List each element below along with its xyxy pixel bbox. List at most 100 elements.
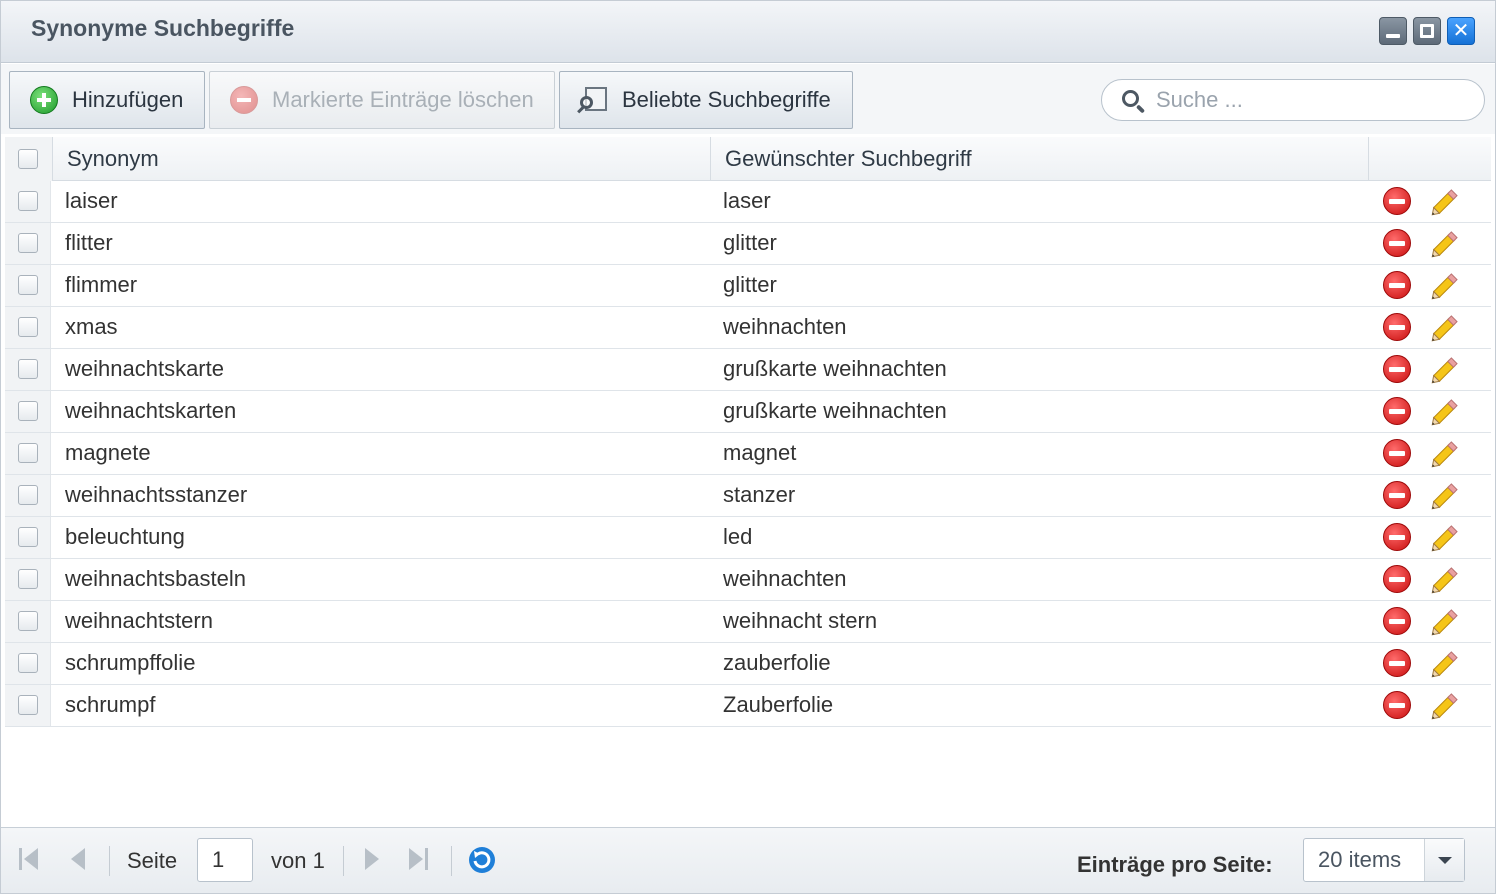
cell-synonym: schrumpf — [65, 692, 156, 717]
entries-per-page-label: Einträge pro Seite: — [1077, 852, 1273, 877]
delete-marked-button[interactable]: Markierte Einträge löschen — [209, 71, 555, 129]
window-title: Synonyme Suchbegriffe — [31, 15, 295, 41]
synonym-window: Synonyme Suchbegriffe ✕ Hinzufügen Marki… — [0, 0, 1496, 894]
table-row[interactable]: weihnachtskarte grußkarte weihnachten — [5, 349, 1491, 391]
search-box — [1101, 79, 1485, 121]
add-button-label: Hinzufügen — [72, 87, 184, 112]
table-row[interactable]: flimmer glitter — [5, 265, 1491, 307]
row-select-cell — [5, 517, 51, 558]
next-page-button[interactable] — [365, 848, 379, 870]
row-checkbox[interactable] — [18, 611, 38, 631]
add-button[interactable]: Hinzufügen — [9, 71, 205, 129]
delete-row-icon[interactable] — [1383, 607, 1411, 635]
row-checkbox[interactable] — [18, 401, 38, 421]
table-row[interactable]: magnete magnet — [5, 433, 1491, 475]
table-row[interactable]: flitter glitter — [5, 223, 1491, 265]
last-page-button[interactable] — [409, 848, 428, 870]
pager-toolbar: Seite 1 von 1 Einträge pro Seite: 20 ite… — [1, 827, 1495, 893]
edit-pencil-icon[interactable] — [1427, 647, 1463, 681]
row-checkbox[interactable] — [18, 317, 38, 337]
column-header-target[interactable]: Gewünschter Suchbegriff — [711, 137, 1369, 181]
prev-page-button[interactable] — [71, 848, 85, 870]
edit-pencil-icon[interactable] — [1427, 185, 1463, 219]
row-select-cell — [5, 685, 51, 726]
edit-pencil-icon[interactable] — [1427, 563, 1463, 597]
row-select-cell — [5, 265, 51, 306]
delete-row-icon[interactable] — [1383, 523, 1411, 551]
row-select-cell — [5, 433, 51, 474]
delete-row-icon[interactable] — [1383, 229, 1411, 257]
next-page-icon — [365, 848, 379, 870]
search-input[interactable] — [1156, 84, 1466, 116]
delete-row-icon[interactable] — [1383, 691, 1411, 719]
select-all-cell — [5, 137, 53, 181]
maximize-button[interactable] — [1413, 17, 1441, 45]
edit-pencil-icon[interactable] — [1427, 269, 1463, 303]
delete-row-icon[interactable] — [1383, 355, 1411, 383]
page-label: Seite — [127, 848, 178, 873]
first-page-button[interactable] — [19, 848, 38, 870]
edit-pencil-icon[interactable] — [1427, 353, 1463, 387]
delete-row-icon[interactable] — [1383, 397, 1411, 425]
delete-row-icon[interactable] — [1383, 313, 1411, 341]
column-header-synonym[interactable]: Synonym — [53, 137, 711, 181]
edit-pencil-icon[interactable] — [1427, 227, 1463, 261]
table-row[interactable]: beleuchtung led — [5, 517, 1491, 559]
table-row[interactable]: weihnachtskarten grußkarte weihnachten — [5, 391, 1491, 433]
cell-target: weihnachten — [723, 566, 847, 591]
window-controls: ✕ — [1379, 17, 1475, 45]
table-row[interactable]: xmas weihnachten — [5, 307, 1491, 349]
entries-per-page-value: 20 items — [1318, 847, 1402, 872]
maximize-icon — [1420, 24, 1434, 38]
cell-target: grußkarte weihnachten — [723, 398, 947, 423]
row-select-cell — [5, 643, 51, 684]
delete-row-icon[interactable] — [1383, 565, 1411, 593]
edit-pencil-icon[interactable] — [1427, 479, 1463, 513]
grid-header: Synonym Gewünschter Suchbegriff — [5, 137, 1491, 181]
row-checkbox[interactable] — [18, 233, 38, 253]
minus-circle-icon — [230, 86, 258, 114]
table-row[interactable]: schrumpf Zauberfolie — [5, 685, 1491, 727]
edit-pencil-icon[interactable] — [1427, 605, 1463, 639]
edit-pencil-icon[interactable] — [1427, 395, 1463, 429]
row-checkbox[interactable] — [18, 485, 38, 505]
edit-pencil-icon[interactable] — [1427, 437, 1463, 471]
popular-search-terms-button[interactable]: Beliebte Suchbegriffe — [559, 71, 853, 129]
edit-pencil-icon[interactable] — [1427, 689, 1463, 723]
row-checkbox[interactable] — [18, 191, 38, 211]
chevron-down-icon[interactable] — [1424, 839, 1464, 881]
row-checkbox[interactable] — [18, 569, 38, 589]
refresh-button[interactable] — [467, 845, 497, 875]
row-checkbox[interactable] — [18, 275, 38, 295]
row-checkbox[interactable] — [18, 359, 38, 379]
delete-row-icon[interactable] — [1383, 481, 1411, 509]
close-button[interactable]: ✕ — [1447, 17, 1475, 45]
cell-synonym: laiser — [65, 188, 118, 213]
table-row[interactable]: schrumpffolie zauberfolie — [5, 643, 1491, 685]
edit-pencil-icon[interactable] — [1427, 311, 1463, 345]
select-all-checkbox[interactable] — [18, 149, 38, 169]
table-row[interactable]: weihnachtstern weihnacht stern — [5, 601, 1491, 643]
delete-row-icon[interactable] — [1383, 649, 1411, 677]
cell-synonym: magnete — [65, 440, 151, 465]
delete-row-icon[interactable] — [1383, 271, 1411, 299]
page-number-input[interactable]: 1 — [197, 838, 253, 882]
minimize-button[interactable] — [1379, 17, 1407, 45]
delete-row-icon[interactable] — [1383, 187, 1411, 215]
delete-row-icon[interactable] — [1383, 439, 1411, 467]
edit-pencil-icon[interactable] — [1427, 521, 1463, 555]
cell-synonym: weihnachtsstanzer — [65, 482, 248, 507]
table-row[interactable]: weihnachtsbasteln weihnachten — [5, 559, 1491, 601]
row-select-cell — [5, 559, 51, 600]
table-row[interactable]: laiser laser — [5, 181, 1491, 223]
first-page-icon — [24, 848, 38, 870]
cell-target: led — [723, 524, 753, 549]
cell-synonym: weihnachtskarte — [65, 356, 224, 381]
cell-synonym: beleuchtung — [65, 524, 185, 549]
row-checkbox[interactable] — [18, 653, 38, 673]
row-checkbox[interactable] — [18, 527, 38, 547]
row-checkbox[interactable] — [18, 443, 38, 463]
entries-per-page-select[interactable]: 20 items — [1303, 838, 1465, 882]
row-checkbox[interactable] — [18, 695, 38, 715]
table-row[interactable]: weihnachtsstanzer stanzer — [5, 475, 1491, 517]
